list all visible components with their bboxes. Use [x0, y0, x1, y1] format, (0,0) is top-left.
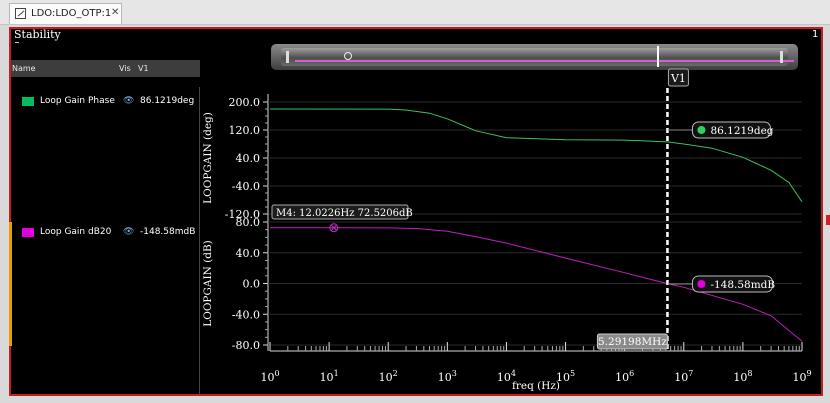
cursor-value-dot-icon — [697, 280, 706, 288]
loop-gain-chart: 200.0120.040.0-40.0-120.0LOOPGAIN (deg)8… — [202, 68, 812, 392]
x-tick-label: 100 — [260, 369, 279, 384]
x-tick-label: 106 — [615, 369, 634, 384]
x-tick-label: 108 — [733, 369, 752, 384]
cursor-value-dot-icon — [697, 126, 706, 134]
y-axis-label: LOOPGAIN (dB) — [202, 240, 214, 327]
x-tick-label: 103 — [438, 369, 457, 384]
y-tick-label: 40.0 — [236, 247, 261, 260]
x-tick-label: 109 — [792, 369, 811, 384]
y-tick-label: 0.0 — [243, 278, 261, 291]
y-tick-label: 80.0 — [236, 216, 261, 229]
y-tick-label: 40.0 — [236, 152, 261, 165]
x-axis-label: freq (Hz) — [512, 380, 560, 392]
cursor-value-label: 86.1219deg — [710, 125, 773, 137]
y-tick-label: -40.0 — [232, 180, 260, 193]
y-axis-label: LOOPGAIN (deg) — [202, 112, 214, 204]
y-tick-label: 120.0 — [229, 124, 261, 137]
marker-m4-label: M4: 12.0226Hz 72.5206dB — [276, 208, 413, 219]
x-tick-label: 102 — [379, 369, 398, 384]
cursor-freq-label: 5.29198MHz — [598, 336, 667, 348]
y-tick-label: -80.0 — [232, 339, 260, 352]
y-tick-label: 200.0 — [229, 96, 261, 109]
x-tick-label: 107 — [674, 369, 693, 384]
cursor-value-label: -148.58mdB — [710, 279, 775, 291]
cursor-v1-label: V1 — [670, 72, 686, 85]
y-tick-label: -40.0 — [232, 308, 260, 321]
x-tick-label: 101 — [320, 369, 339, 384]
